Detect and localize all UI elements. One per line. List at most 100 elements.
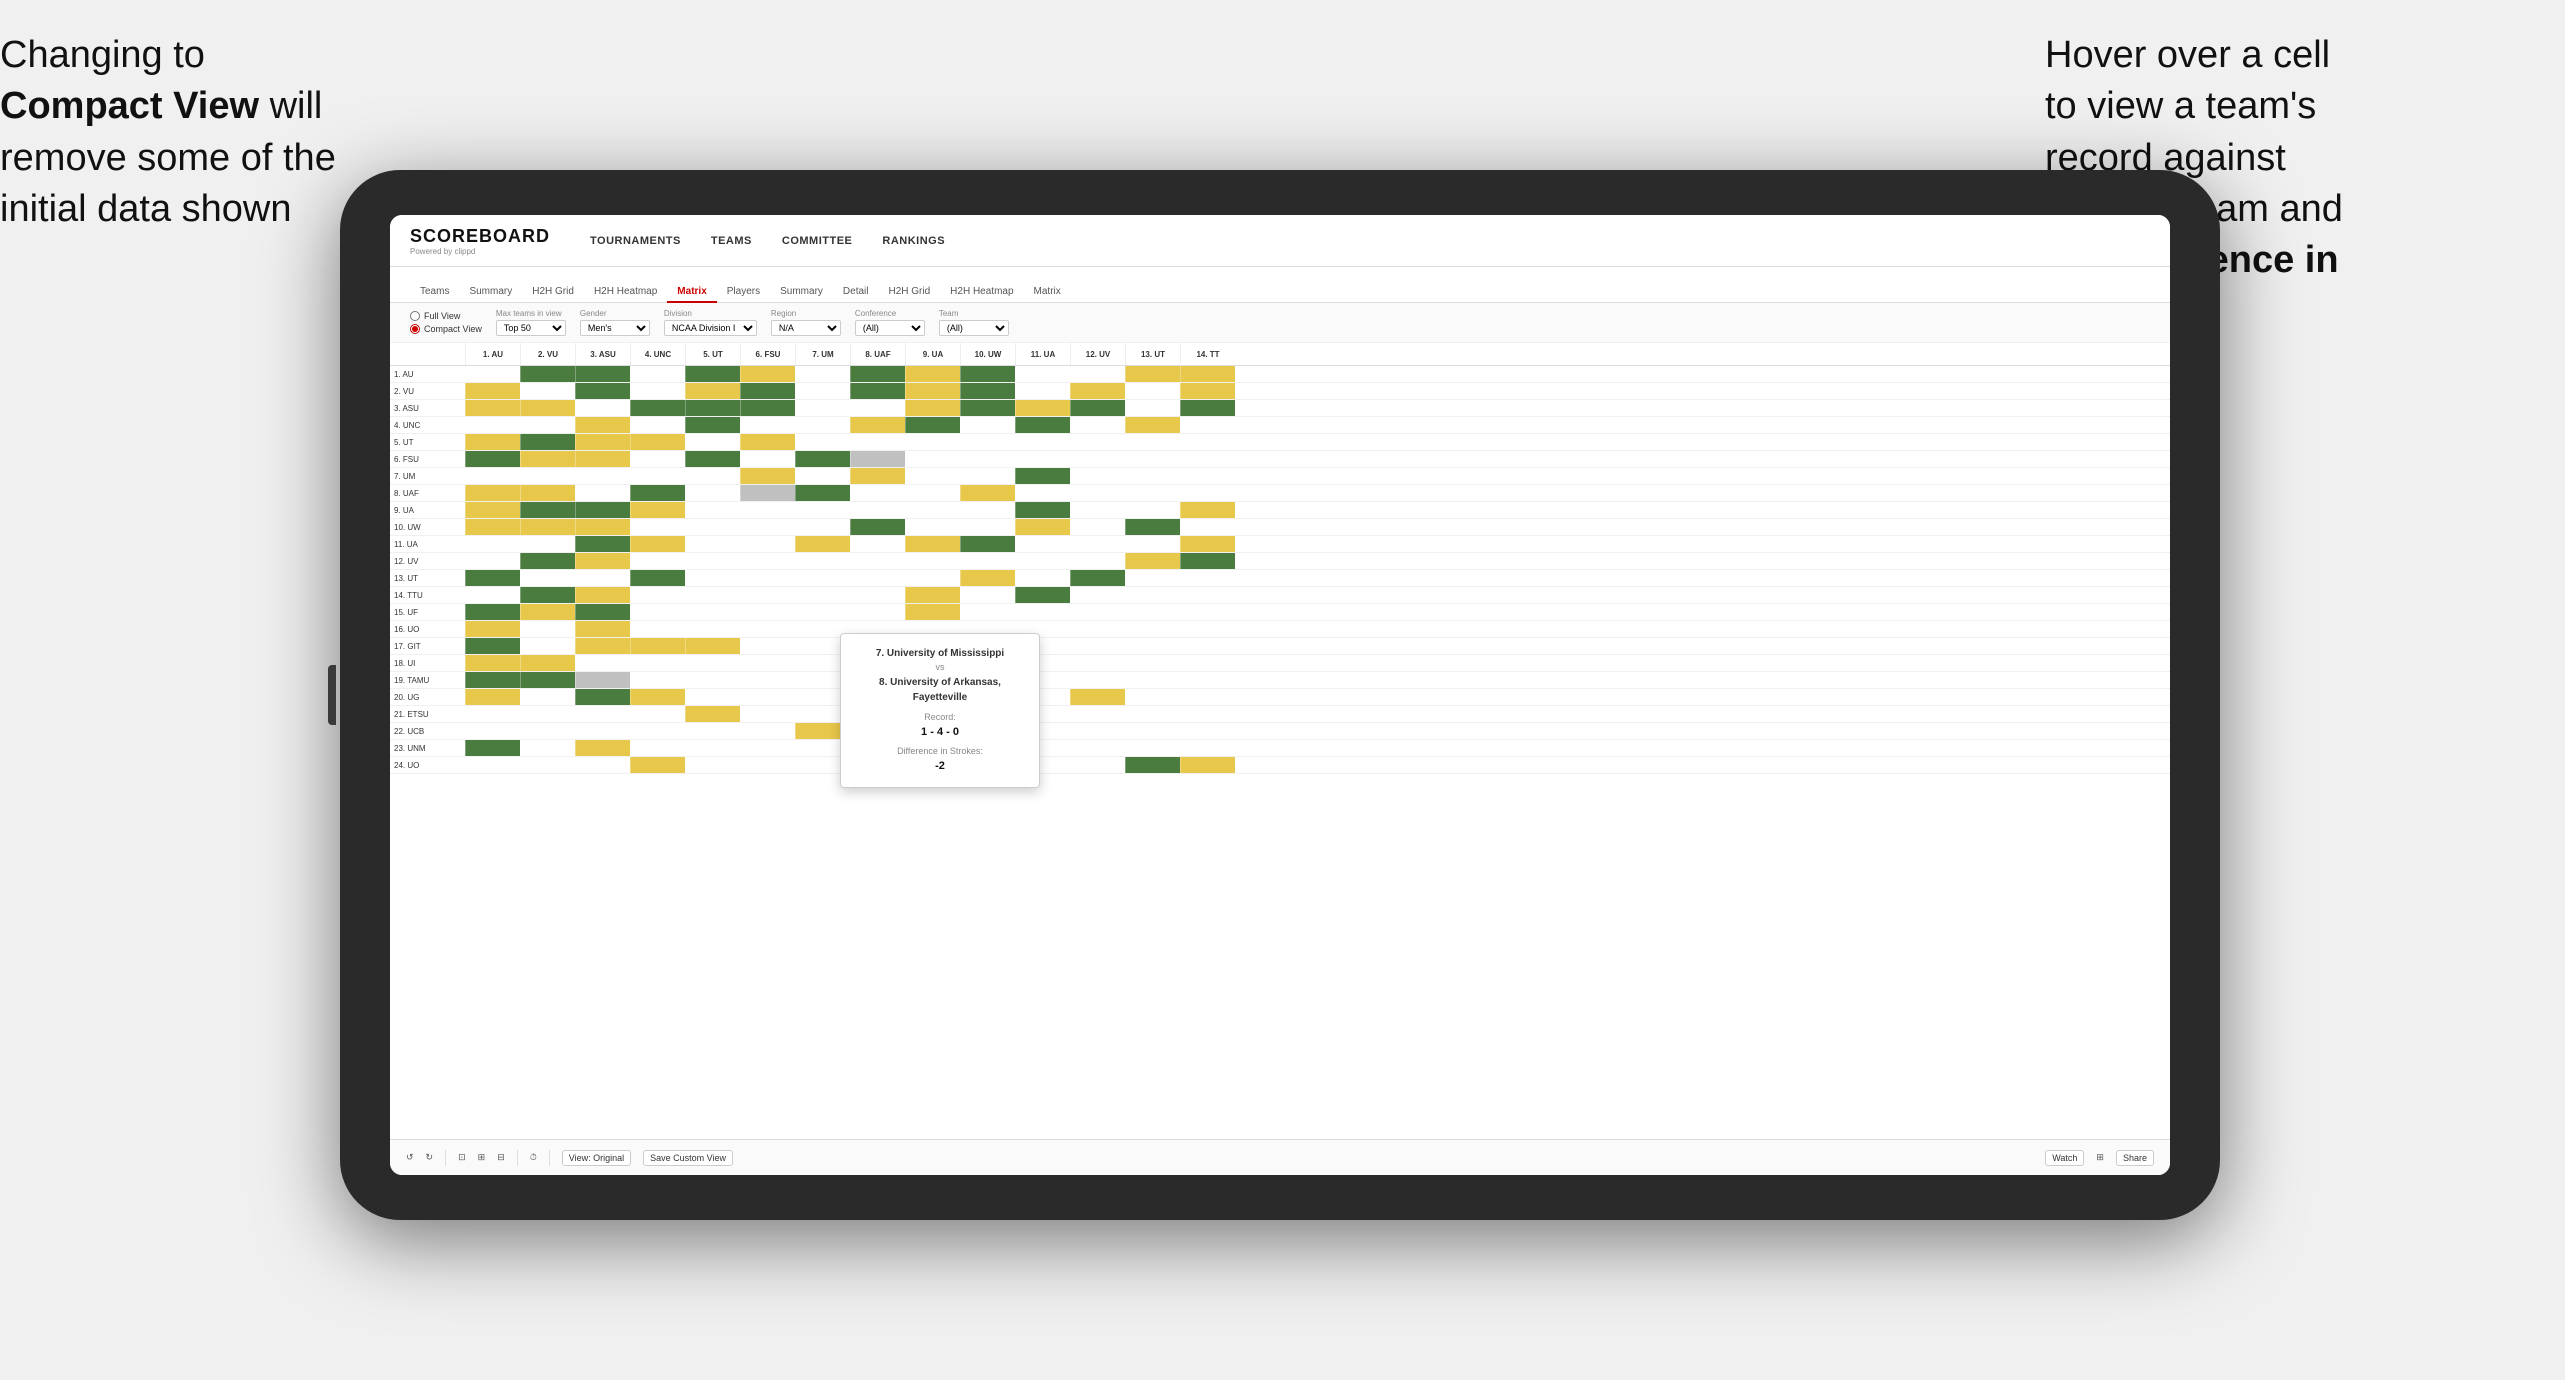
cell-2-9[interactable] [960,400,1015,416]
cell-15-12[interactable] [1125,621,1180,637]
cell-20-11[interactable] [1070,706,1125,722]
cell-7-13[interactable] [1180,485,1235,501]
cell-0-13[interactable] [1180,366,1235,382]
full-view-label[interactable]: Full View [410,311,482,321]
cell-14-6[interactable] [795,604,850,620]
cell-22-13[interactable] [1180,740,1235,756]
cell-18-0[interactable] [465,672,520,688]
cell-2-2[interactable] [575,400,630,416]
save-custom-view-button[interactable]: Save Custom View [643,1150,733,1166]
cell-20-13[interactable] [1180,706,1235,722]
cell-11-9[interactable] [960,553,1015,569]
cell-10-6[interactable] [795,536,850,552]
cell-16-12[interactable] [1125,638,1180,654]
cell-16-2[interactable] [575,638,630,654]
cell-5-9[interactable] [960,451,1015,467]
cell-4-13[interactable] [1180,434,1235,450]
cell-8-11[interactable] [1070,502,1125,518]
refresh-button[interactable]: ⏱ [530,1152,537,1163]
cell-18-5[interactable] [740,672,795,688]
cell-0-12[interactable] [1125,366,1180,382]
cell-19-11[interactable] [1070,689,1125,705]
cell-8-13[interactable] [1180,502,1235,518]
cell-18-12[interactable] [1125,672,1180,688]
cell-9-3[interactable] [630,519,685,535]
cell-10-4[interactable] [685,536,740,552]
cell-9-9[interactable] [960,519,1015,535]
cell-5-12[interactable] [1125,451,1180,467]
cell-5-11[interactable] [1070,451,1125,467]
cell-3-1[interactable] [520,417,575,433]
cell-11-1[interactable] [520,553,575,569]
cell-16-5[interactable] [740,638,795,654]
cell-10-12[interactable] [1125,536,1180,552]
cell-4-2[interactable] [575,434,630,450]
cell-11-11[interactable] [1070,553,1125,569]
cell-22-12[interactable] [1125,740,1180,756]
cell-0-4[interactable] [685,366,740,382]
cell-12-11[interactable] [1070,570,1125,586]
cell-6-6[interactable] [795,468,850,484]
cell-17-1[interactable] [520,655,575,671]
cell-10-3[interactable] [630,536,685,552]
cell-14-13[interactable] [1180,604,1235,620]
cell-13-8[interactable] [905,587,960,603]
cell-9-7[interactable] [850,519,905,535]
tab-matrix[interactable]: Matrix [667,282,716,303]
tab-detail[interactable]: Detail [833,282,879,303]
cell-10-9[interactable] [960,536,1015,552]
cell-14-9[interactable] [960,604,1015,620]
tab-summary[interactable]: Summary [459,282,522,303]
cell-4-8[interactable] [905,434,960,450]
cell-1-9[interactable] [960,383,1015,399]
cell-6-10[interactable] [1015,468,1070,484]
cell-9-13[interactable] [1180,519,1235,535]
cell-17-4[interactable] [685,655,740,671]
cell-19-13[interactable] [1180,689,1235,705]
cell-0-2[interactable] [575,366,630,382]
cell-14-5[interactable] [740,604,795,620]
cell-3-0[interactable] [465,417,520,433]
cell-12-8[interactable] [905,570,960,586]
cell-18-13[interactable] [1180,672,1235,688]
cell-9-4[interactable] [685,519,740,535]
cell-15-0[interactable] [465,621,520,637]
cell-9-2[interactable] [575,519,630,535]
cell-5-4[interactable] [685,451,740,467]
tab-summary2[interactable]: Summary [770,282,833,303]
compact-view-label[interactable]: Compact View [410,324,482,334]
cell-16-3[interactable] [630,638,685,654]
cell-8-12[interactable] [1125,502,1180,518]
cell-3-6[interactable] [795,417,850,433]
cell-17-11[interactable] [1070,655,1125,671]
cell-4-0[interactable] [465,434,520,450]
cell-2-8[interactable] [905,400,960,416]
cell-14-12[interactable] [1125,604,1180,620]
cell-21-2[interactable] [575,723,630,739]
cell-8-4[interactable] [685,502,740,518]
cell-10-1[interactable] [520,536,575,552]
cell-12-2[interactable] [575,570,630,586]
cell-14-3[interactable] [630,604,685,620]
cell-4-1[interactable] [520,434,575,450]
cell-11-4[interactable] [685,553,740,569]
cell-18-4[interactable] [685,672,740,688]
cell-3-5[interactable] [740,417,795,433]
cell-23-3[interactable] [630,757,685,773]
cell-13-2[interactable] [575,587,630,603]
cell-11-6[interactable] [795,553,850,569]
cell-21-1[interactable] [520,723,575,739]
cell-4-12[interactable] [1125,434,1180,450]
cell-23-0[interactable] [465,757,520,773]
gender-select[interactable]: Men's [580,320,650,336]
cell-12-0[interactable] [465,570,520,586]
compact-view-radio[interactable] [410,324,420,334]
cell-13-10[interactable] [1015,587,1070,603]
view-original-button[interactable]: View: Original [562,1150,631,1166]
tab-h2h-grid2[interactable]: H2H Grid [878,282,940,303]
zoom-in-button[interactable]: ⊞ [478,1152,486,1163]
undo-button[interactable]: ↺ [406,1152,414,1163]
nav-tournaments[interactable]: TOURNAMENTS [590,231,681,251]
cell-13-7[interactable] [850,587,905,603]
cell-9-0[interactable] [465,519,520,535]
